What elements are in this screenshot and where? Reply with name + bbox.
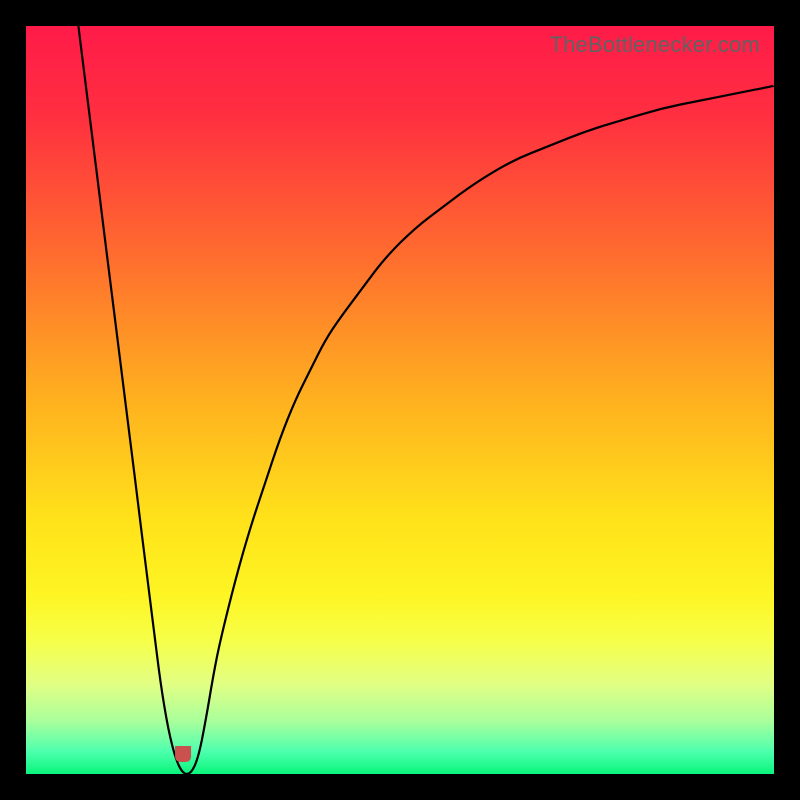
bottleneck-curve bbox=[78, 26, 774, 774]
chart-frame: TheBottlenecker.com bbox=[0, 0, 800, 800]
trough-marker bbox=[175, 746, 191, 762]
bottleneck-curve-svg bbox=[26, 26, 774, 774]
plot-area: TheBottlenecker.com bbox=[26, 26, 774, 774]
